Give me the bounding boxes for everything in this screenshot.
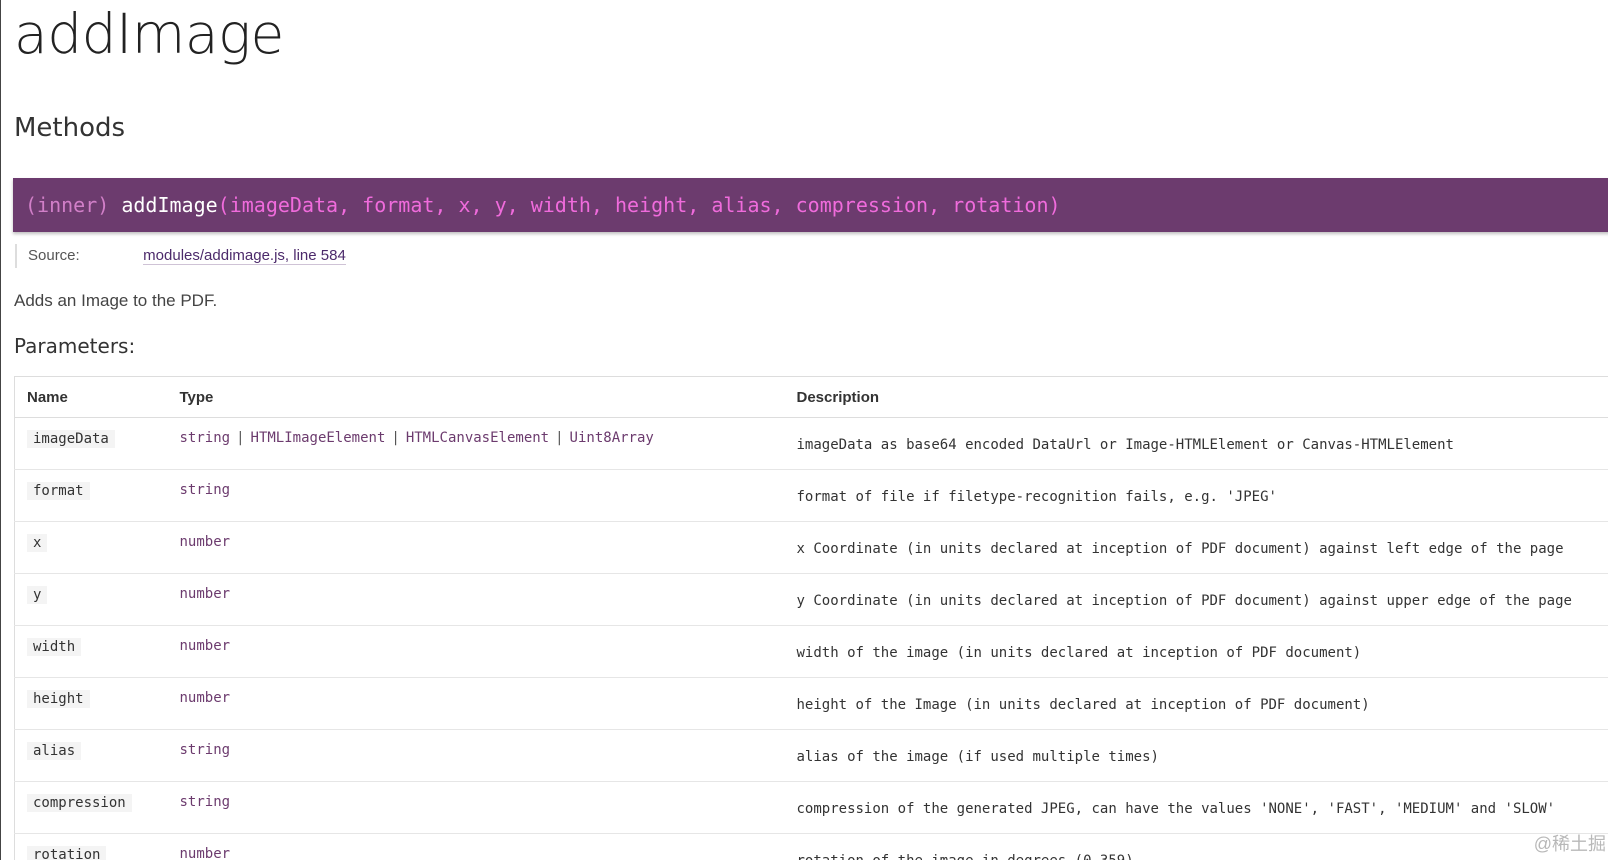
param-description-cell: y Coordinate (in units declared at incep… (784, 573, 1608, 626)
param-type-cell: string (167, 469, 785, 522)
column-header-name: Name (14, 376, 168, 418)
param-type: number (179, 534, 231, 550)
param-type: string (179, 794, 231, 810)
param-description: format of file if filetype-recognition f… (796, 489, 1277, 505)
param-name: compression (27, 794, 132, 812)
param-name-cell: alias (14, 729, 168, 782)
param-description: compression of the generated JPEG, can h… (796, 801, 1556, 817)
param-name-cell: format (14, 469, 168, 522)
param-name-cell: rotation (14, 833, 168, 860)
param-name: x (27, 534, 48, 552)
param-type-cell: string (167, 729, 785, 782)
param-description-cell: x Coordinate (in units declared at incep… (784, 521, 1608, 574)
source-row: Source: modules/addimage.js, line 584 (15, 244, 346, 268)
method-params: (imageData, format, x, y, width, height,… (217, 193, 1061, 217)
param-type: number (179, 638, 231, 654)
param-type-cell: number (167, 521, 785, 574)
param-type: Uint8Array (569, 430, 654, 446)
param-name-cell: y (14, 573, 168, 626)
param-name-cell: compression (14, 781, 168, 834)
table-row: compression string compression of the gene… (14, 781, 1608, 834)
param-type-cell: number (167, 677, 785, 730)
parameters-table-body: imageData string | HTMLImageElement | HTMLCan… (14, 417, 1608, 860)
param-description-cell: format of file if filetype-recognition f… (784, 469, 1608, 522)
page-title: addImage (14, 2, 284, 66)
param-description-cell: width of the image (in units declared at… (784, 625, 1608, 678)
table-header-row: Name Type Description (14, 376, 1608, 418)
param-description: width of the image (in units declared at… (796, 645, 1362, 661)
method-scope: (inner) (25, 193, 122, 217)
column-header-type: Type (167, 376, 785, 418)
type-separator: | (391, 430, 400, 446)
param-name: imageData (27, 430, 115, 448)
param-type-cell: number (167, 573, 785, 626)
param-description: y Coordinate (in units declared at incep… (796, 593, 1572, 609)
param-name: format (27, 482, 90, 500)
source-link[interactable]: modules/addimage.js, line 584 (143, 247, 346, 265)
param-type: number (179, 690, 231, 706)
parameters-heading: Parameters: (14, 334, 136, 358)
param-type: string (179, 742, 231, 758)
type-separator: | (555, 430, 564, 446)
doc-page: addImage Methods (inner) addImage (image… (0, 0, 1608, 860)
param-type: string (179, 482, 231, 498)
table-row: imageData string | HTMLImageElement | HTMLCan… (14, 417, 1608, 470)
source-label: Source: (28, 247, 80, 264)
param-name-cell: width (14, 625, 168, 678)
table-row: height number height of the Image (in unit… (14, 677, 1608, 730)
watermark: @稀土掘 (1533, 834, 1606, 854)
param-description: height of the Image (in units declared a… (796, 697, 1370, 713)
param-type: number (179, 846, 231, 860)
param-name-cell: imageData (14, 417, 168, 470)
methods-heading: Methods (14, 113, 126, 143)
param-name: width (27, 638, 82, 656)
param-description-cell: alias of the image (if used multiple tim… (784, 729, 1608, 782)
param-type: string (179, 430, 231, 446)
param-description: alias of the image (if used multiple tim… (796, 749, 1159, 765)
param-name: alias (27, 742, 82, 760)
table-row: rotation number rotation of the image in d… (14, 833, 1608, 860)
param-description-cell: rotation of the image in degrees (0-359) (784, 833, 1608, 860)
param-description-cell: height of the Image (in units declared a… (784, 677, 1608, 730)
param-type-cell: string | HTMLImageElement | HTMLCanvasElemen… (167, 417, 785, 470)
table-row: x number x Coordinate (in units declared a… (14, 521, 1608, 574)
param-name: rotation (27, 846, 107, 860)
parameters-table: Name Type Description imageData string | HT… (14, 376, 1608, 860)
table-row: format string format of file if filetype-r… (14, 469, 1608, 522)
param-type-cell: number (167, 625, 785, 678)
param-type-cell: number (167, 833, 785, 860)
table-row: width number width of the image (in units … (14, 625, 1608, 678)
param-description: rotation of the image in degrees (0-359) (797, 853, 1134, 860)
param-description: x Coordinate (in units declared at incep… (796, 541, 1564, 557)
param-name: y (27, 586, 48, 604)
table-row: alias string alias of the image (if used m… (14, 729, 1608, 782)
param-type: HTMLImageElement (250, 430, 386, 446)
method-signature-bar: (inner) addImage (imageData, format, x, … (13, 178, 1608, 232)
param-type-cell: string (167, 781, 785, 834)
param-description-cell: imageData as base64 encoded DataUrl or I… (784, 417, 1608, 470)
table-row: y number y Coordinate (in units declared a… (14, 573, 1608, 626)
param-description-cell: compression of the generated JPEG, can h… (784, 781, 1608, 834)
param-type: number (179, 586, 231, 602)
method-description: Adds an Image to the PDF. (14, 291, 218, 310)
param-name-cell: height (14, 677, 168, 730)
type-separator: | (236, 430, 245, 446)
param-name: height (27, 690, 90, 708)
method-name: addImage (121, 193, 218, 217)
param-description: imageData as base64 encoded DataUrl or I… (796, 437, 1454, 453)
column-header-description: Description (784, 376, 1608, 418)
param-name-cell: x (14, 521, 168, 574)
param-type: HTMLCanvasElement (405, 430, 550, 446)
